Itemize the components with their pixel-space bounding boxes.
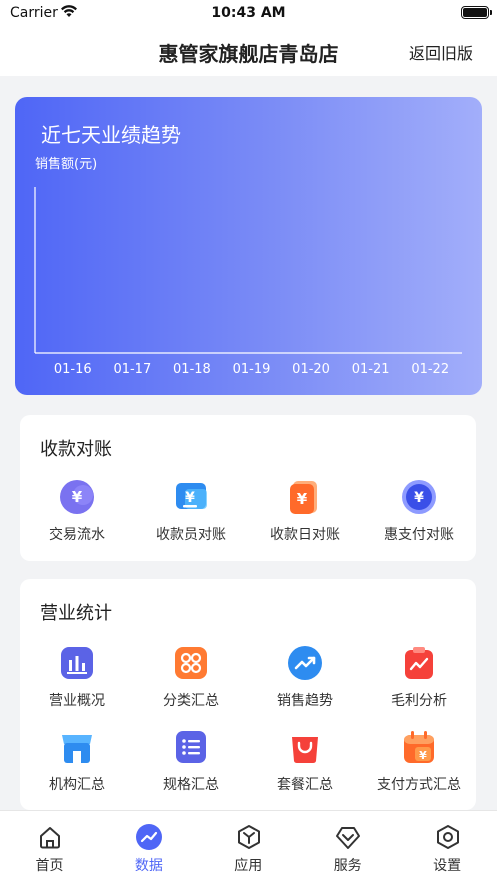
tab-label: 设置 — [433, 858, 462, 874]
chart-x-tick-label: 01-17 — [113, 362, 151, 377]
grid-item-label: 收款日对账 — [270, 527, 340, 543]
tab-bar: 首页 数据 应用 服务 设置 — [0, 810, 497, 883]
tab-label: 应用 — [234, 858, 263, 874]
tab-service[interactable]: 服务 — [298, 811, 397, 883]
tab-label: 首页 — [35, 858, 64, 874]
grid-item-label: 毛利分析 — [391, 693, 447, 709]
collection-section-title: 收款对账 — [40, 439, 112, 460]
home-icon — [40, 827, 60, 849]
chart-x-tick-label: 01-22 — [411, 362, 449, 377]
chart-y-axis-label: 销售额(元) — [35, 157, 98, 172]
grid-item-label: 惠支付对账 — [384, 527, 454, 543]
grid-item-label: 套餐汇总 — [277, 777, 333, 793]
apps-icon — [237, 825, 260, 849]
grid-item-label: 销售趋势 — [277, 693, 333, 709]
payment-method-icon: ¥ — [404, 731, 434, 763]
chart-title: 近七天业绩趋势 — [41, 123, 181, 147]
sales-trend-icon — [288, 646, 322, 680]
business-overview-icon — [61, 647, 93, 679]
service-icon — [336, 827, 361, 849]
back-to-old-version-button[interactable]: 返回旧版 — [409, 40, 473, 64]
category-summary-icon — [175, 647, 207, 679]
svg-text:¥: ¥ — [72, 488, 83, 506]
tab-label: 数据 — [134, 858, 163, 874]
grid-item-label: 支付方式汇总 — [377, 777, 461, 793]
status-bar: Carrier 10:43 AM — [0, 0, 497, 26]
chart-x-tick-label: 01-18 — [173, 362, 211, 377]
chart-x-tick-label: 01-16 — [54, 362, 92, 377]
business-statistics-card: 营业统计 营业概况 分类汇总 销售趋势 毛利分析 机构汇总 规格汇总 套餐汇总 … — [20, 579, 476, 810]
business-section-title: 营业统计 — [40, 603, 112, 624]
svg-text:¥: ¥ — [185, 490, 195, 506]
grid-item-label: 交易流水 — [49, 527, 105, 543]
cashier-receipt-icon: ¥ — [176, 483, 207, 509]
collection-reconciliation-card: 收款对账 ¥ 交易流水 ¥ 收款员对账 ¥ 收款日对账 ¥ 惠支付对账 — [20, 415, 476, 561]
grid-item-label: 规格汇总 — [163, 777, 219, 793]
yen-bubble-icon: ¥ — [60, 480, 94, 514]
svg-text:¥: ¥ — [419, 749, 427, 762]
grid-item-label: 营业概况 — [49, 693, 105, 709]
svg-text:¥: ¥ — [297, 490, 308, 508]
tab-apps[interactable]: 应用 — [199, 811, 298, 883]
tab-settings[interactable]: 设置 — [398, 811, 497, 883]
status-time: 10:43 AM — [211, 5, 286, 21]
grid-item-label: 分类汇总 — [163, 693, 219, 709]
gross-profit-icon — [405, 647, 433, 679]
store-summary-icon — [62, 735, 92, 763]
grid-item-label: 机构汇总 — [49, 777, 105, 793]
tab-home[interactable]: 首页 — [0, 811, 99, 883]
nav-bar: 惠管家旗舰店青岛店 返回旧版 — [0, 26, 497, 76]
chart-x-tick-label: 01-19 — [233, 362, 271, 377]
chart-x-tick-label: 01-21 — [352, 362, 390, 377]
svg-text:¥: ¥ — [414, 490, 424, 506]
spec-summary-icon — [176, 731, 206, 763]
package-summary-icon — [292, 737, 318, 764]
grid-item-label: 收款员对账 — [156, 527, 226, 543]
data-icon — [136, 824, 163, 850]
hui-pay-icon: ¥ — [402, 480, 436, 514]
tab-data[interactable]: 数据 — [99, 811, 198, 883]
daily-receipt-icon: ¥ — [290, 481, 317, 514]
tab-label: 服务 — [333, 858, 362, 874]
chart-x-tick-label: 01-20 — [292, 362, 330, 377]
settings-icon — [436, 825, 459, 849]
battery-icon — [461, 6, 492, 19]
trend-chart-card: 01-16 01-17 01-18 01-19 01-20 01-21 01-22 近七天业… — [15, 97, 482, 395]
